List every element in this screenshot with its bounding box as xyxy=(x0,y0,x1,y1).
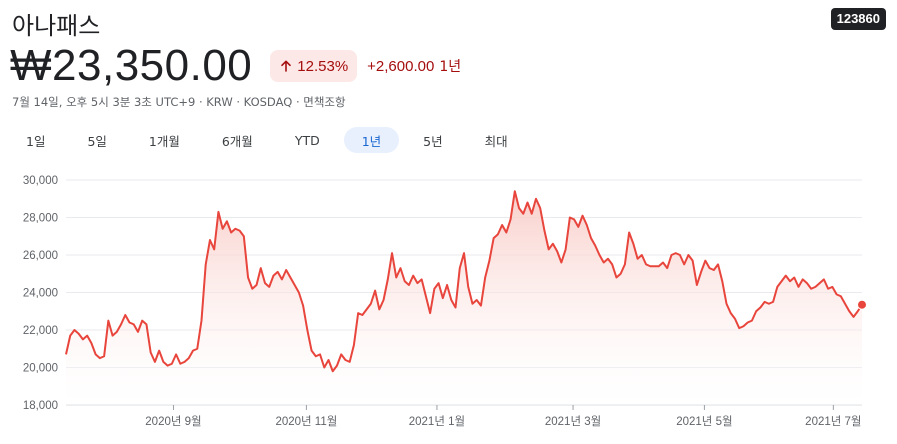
change-percent-badge: 12.53% xyxy=(270,50,358,82)
tab-range-5y[interactable]: 5년 xyxy=(405,127,460,153)
x-tick-label: 2021년 7월 xyxy=(805,415,861,428)
y-tick-label: 22,000 xyxy=(23,325,58,337)
range-tabs: 1일 5일 1개월 6개월 YTD 1년 5년 최대 xyxy=(8,127,532,153)
y-tick-label: 20,000 xyxy=(23,363,58,375)
price-chart[interactable]: 30,000 28,000 26,000 24,000 22,000 20,00… xyxy=(0,160,897,444)
x-tick-label: 2021년 1월 xyxy=(409,415,465,428)
change-percent: 12.53% xyxy=(297,57,349,75)
tab-range-5d[interactable]: 5일 xyxy=(69,127,124,153)
y-tick-label: 26,000 xyxy=(23,250,58,262)
x-axis-ticks xyxy=(172,405,834,410)
tab-range-6m[interactable]: 6개월 xyxy=(204,127,271,153)
tab-range-1d[interactable]: 1일 xyxy=(8,127,63,153)
y-tick-label: 18,000 xyxy=(23,400,58,412)
stock-name: 아나패스 xyxy=(12,12,101,40)
x-tick-label: 2021년 5월 xyxy=(676,415,732,428)
x-tick-label: 2020년 9월 xyxy=(145,415,201,428)
tab-range-1m[interactable]: 1개월 xyxy=(131,127,198,153)
ticker-badge: 123860 xyxy=(830,8,886,30)
arrow-up-icon xyxy=(281,60,292,72)
tab-range-max[interactable]: 최대 xyxy=(467,127,526,153)
x-axis-labels: 2020년 9월 2020년 11월 2021년 1월 2021년 3월 202… xyxy=(145,415,861,428)
x-tick-label: 2021년 3월 xyxy=(545,415,601,428)
current-price: ₩23,350.00 xyxy=(10,41,253,90)
price-row: ₩23,350.00 12.53% +2,600.00 1년 xyxy=(10,40,461,92)
change-absolute: +2,600.00 xyxy=(367,57,435,75)
x-tick-label: 2020년 11월 xyxy=(275,415,337,428)
tab-range-ytd[interactable]: YTD xyxy=(277,127,338,153)
y-tick-label: 24,000 xyxy=(23,288,58,300)
y-axis-labels: 30,000 28,000 26,000 24,000 22,000 20,00… xyxy=(23,175,58,412)
price-area xyxy=(66,191,862,405)
change-period: 1년 xyxy=(439,59,462,75)
y-tick-label: 28,000 xyxy=(23,213,58,225)
y-tick-label: 30,000 xyxy=(23,175,58,187)
quote-meta: 7월 14일, 오후 5시 3분 3초 UTC+9 · KRW · KOSDAQ… xyxy=(12,95,346,109)
last-price-point[interactable] xyxy=(857,299,867,310)
tab-range-1y[interactable]: 1년 xyxy=(343,127,400,153)
